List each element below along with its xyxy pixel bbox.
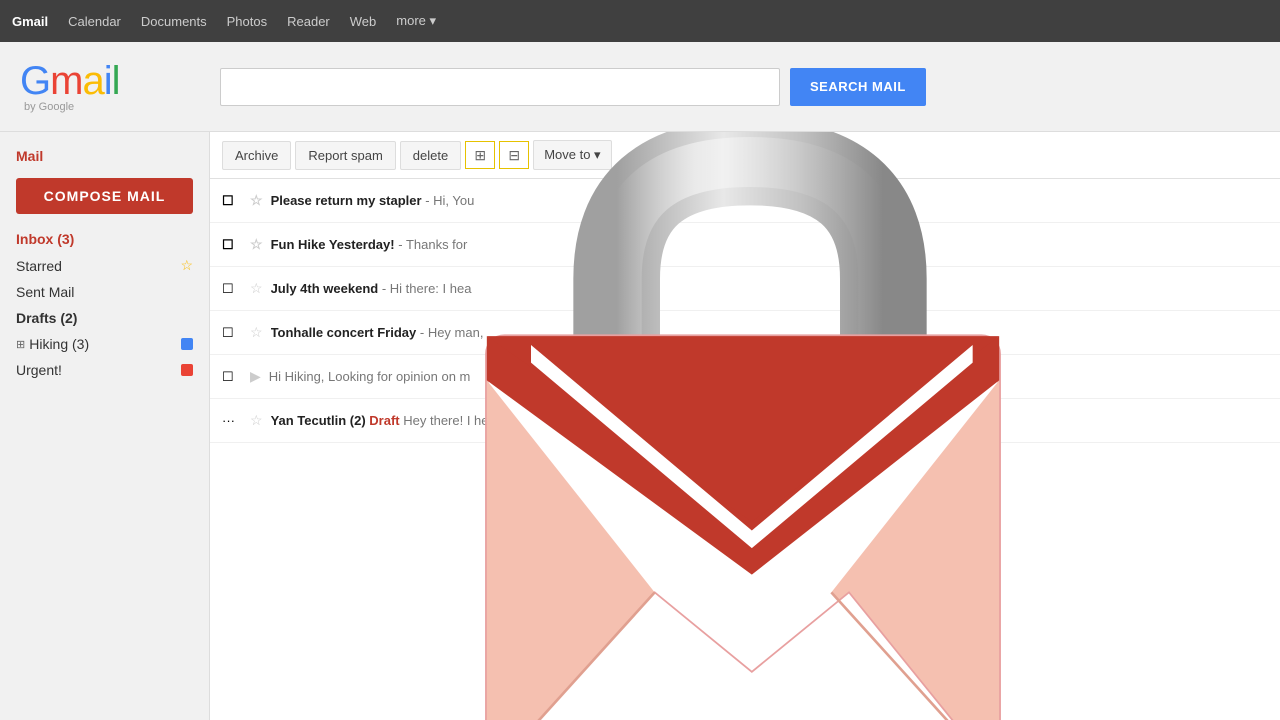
preview-text: - Hey man, <box>420 325 484 340</box>
table-row[interactable]: ··· ☆ Yan Tecutlin (2) Draft Hey there! … <box>210 399 1280 443</box>
header: Gmail by Google SEARCH MAIL <box>0 42 1280 132</box>
logo-g: G <box>20 59 50 103</box>
sent-label: Sent Mail <box>16 284 193 300</box>
nav-reader[interactable]: Reader <box>287 14 330 29</box>
sidebar-mail-label: Mail <box>0 142 209 170</box>
star-icon[interactable]: ☆ <box>250 192 263 209</box>
email-subject: Hi Hiking, Looking for opinion on m <box>269 369 1268 384</box>
minus-icon: ⊟ <box>508 147 520 164</box>
email-subject: Tonhalle concert Friday - Hey man, <box>271 325 1268 340</box>
expand-icon: ⊞ <box>16 338 25 351</box>
main-layout: Mail COMPOSE MAIL Inbox (3) Starred ☆ Se… <box>0 132 1280 720</box>
nav-documents[interactable]: Documents <box>141 14 207 29</box>
star-icon[interactable]: ☆ <box>250 236 263 253</box>
remove-label-button[interactable]: ⊟ <box>499 141 529 169</box>
subject-text: Fun Hike Yesterday! <box>271 237 395 252</box>
nav-calendar[interactable]: Calendar <box>68 14 121 29</box>
move-to-label: Move to ▾ <box>544 147 600 163</box>
email-subject: July 4th weekend - Hi there: I hea <box>271 281 1268 296</box>
plus-icon: ⊞ <box>474 147 486 164</box>
logo-m: m <box>50 59 82 103</box>
inbox-label: Inbox (3) <box>16 231 193 247</box>
email-checkbox[interactable]: ☐ <box>222 325 242 341</box>
preview-text: - Hi, You <box>425 193 474 208</box>
sidebar-item-urgent[interactable]: Urgent! <box>0 357 209 383</box>
by-google-label: by Google <box>24 101 74 113</box>
hiking-badge <box>181 338 193 350</box>
logo-a: a <box>82 59 103 103</box>
star-icon: ☆ <box>180 257 193 274</box>
email-toolbar: Archive Report spam delete ⊞ ⊟ Move to ▾ <box>210 132 1280 179</box>
table-row[interactable]: ☐ ☆ Please return my stapler - Hi, You <box>210 179 1280 223</box>
subject-text: Please return my stapler <box>271 193 422 208</box>
starred-label: Starred <box>16 258 176 274</box>
table-row[interactable]: ☐ ☆ July 4th weekend - Hi there: I hea <box>210 267 1280 311</box>
search-area: SEARCH MAIL <box>200 68 1260 106</box>
email-subject: Fun Hike Yesterday! - Thanks for <box>271 237 1268 252</box>
preview-text: - Thanks for <box>398 237 467 252</box>
draft-label: Draft <box>369 413 403 428</box>
sender-name: Yan Tecutlin (2) <box>271 413 366 428</box>
preview-text: - Hi there: I hea <box>382 281 472 296</box>
drafts-label: Drafts (2) <box>16 310 193 326</box>
star-icon[interactable]: ☆ <box>250 412 263 429</box>
report-spam-button[interactable]: Report spam <box>295 141 395 170</box>
email-checkbox[interactable]: ☐ <box>222 369 242 385</box>
star-icon[interactable]: ▶ <box>250 368 261 385</box>
sidebar-item-drafts[interactable]: Drafts (2) <box>0 305 209 331</box>
preview-text: Hey there! I heard you found <box>403 413 568 428</box>
move-to-button[interactable]: Move to ▾ <box>533 140 611 170</box>
nav-web[interactable]: Web <box>350 14 377 29</box>
nav-more[interactable]: more ▾ <box>396 13 436 29</box>
email-subject: Please return my stapler - Hi, You <box>271 193 1268 208</box>
star-icon[interactable]: ☆ <box>250 324 263 341</box>
email-checkbox[interactable]: ☐ <box>222 281 242 297</box>
preview-text: Hi Hiking, Looking for opinion on m <box>269 369 471 384</box>
subject-text: Tonhalle concert Friday <box>271 325 417 340</box>
logo-i: i <box>104 59 112 103</box>
sidebar: Mail COMPOSE MAIL Inbox (3) Starred ☆ Se… <box>0 132 210 720</box>
logo-l: l <box>112 59 120 103</box>
sidebar-item-sent[interactable]: Sent Mail <box>0 279 209 305</box>
search-mail-button[interactable]: SEARCH MAIL <box>790 68 926 106</box>
subject-text: July 4th weekend <box>271 281 379 296</box>
sidebar-item-inbox[interactable]: Inbox (3) <box>0 226 209 252</box>
email-subject: Yan Tecutlin (2) Draft Hey there! I hear… <box>271 413 1268 428</box>
email-checkbox[interactable]: ··· <box>222 413 242 428</box>
nav-photos[interactable]: Photos <box>227 14 267 29</box>
nav-gmail[interactable]: Gmail <box>12 14 48 29</box>
add-label-button[interactable]: ⊞ <box>465 141 495 169</box>
gmail-logo: Gmail by Google <box>20 61 200 113</box>
hiking-label: Hiking (3) <box>29 336 181 352</box>
table-row[interactable]: ☐ ☆ Tonhalle concert Friday - Hey man, <box>210 311 1280 355</box>
compose-mail-button[interactable]: COMPOSE MAIL <box>16 178 193 214</box>
gmail-logo-text: Gmail <box>20 61 119 101</box>
table-row[interactable]: ☐ ☆ Fun Hike Yesterday! - Thanks for <box>210 223 1280 267</box>
email-list: ☐ ☆ Please return my stapler - Hi, You ☐… <box>210 179 1280 443</box>
table-row[interactable]: ☐ ▶ Hi Hiking, Looking for opinion on m <box>210 355 1280 399</box>
archive-button[interactable]: Archive <box>222 141 291 170</box>
star-icon[interactable]: ☆ <box>250 280 263 297</box>
urgent-label: Urgent! <box>16 362 181 378</box>
delete-button[interactable]: delete <box>400 141 461 170</box>
sidebar-item-starred[interactable]: Starred ☆ <box>0 252 209 279</box>
search-input[interactable] <box>220 68 780 106</box>
email-checkbox[interactable]: ☐ <box>222 237 242 253</box>
sidebar-item-hiking[interactable]: ⊞ Hiking (3) <box>0 331 209 357</box>
urgent-badge <box>181 364 193 376</box>
top-navigation: Gmail Calendar Documents Photos Reader W… <box>0 0 1280 42</box>
email-area: Archive Report spam delete ⊞ ⊟ Move to ▾… <box>210 132 1280 720</box>
email-checkbox[interactable]: ☐ <box>222 193 242 209</box>
